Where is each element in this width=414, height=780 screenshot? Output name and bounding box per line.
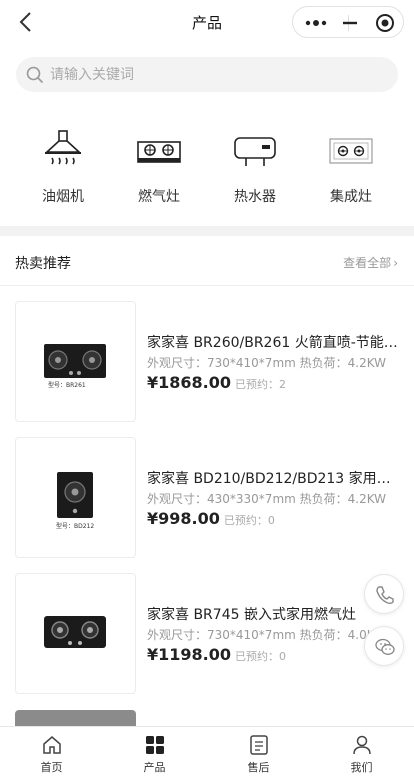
product-title: 家家喜 BR260/BR261 火箭直喷-节能家用燃气灶 [147,335,399,351]
tab-bar: 首页 产品 售后 我们 [0,726,414,780]
category-label: 油烟机 [42,189,84,205]
search-icon [26,66,44,84]
wechat-button[interactable] [364,626,404,666]
stove-photo-icon [44,616,106,648]
product-price-row: ¥1868.00 已预约：2 [147,373,286,392]
product-spec: 外观尺寸：430*330*7mm 热负荷：4.2KW [147,492,387,506]
tab-about[interactable]: 我们 [310,727,413,780]
product-price-row: ¥1198.00 已预约：0 [147,645,286,664]
tab-label: 产品 [143,761,166,774]
view-all-label: 查看全部 [343,256,392,270]
product-image: 型号：BD212 [15,437,136,558]
grid-icon [146,736,164,754]
product-price: ¥1198.00 [147,645,232,664]
stove-photo-icon [57,472,93,518]
home-icon [43,736,61,754]
product-price: ¥998.00 [147,509,220,528]
search-bar[interactable] [16,57,398,92]
mini-program-capsule [292,6,404,38]
section-divider [0,226,414,236]
nav-bar: 产品 [0,0,414,44]
product-price: ¥1868.00 [147,373,232,392]
booked-count: 已预约：0 [235,650,287,663]
category-integrated-stove[interactable]: 集成灶 [306,126,396,210]
product-card[interactable]: 型号：BD212 家家喜 BD210/BD212/BD213 家用单眼燃气灶 外… [0,437,414,559]
category-label: 集成灶 [330,189,372,205]
section-title: 热卖推荐 [15,256,71,272]
tab-label: 首页 [40,761,63,774]
search-input[interactable] [50,57,380,92]
target-close-icon[interactable] [375,13,395,33]
product-card[interactable]: 家家喜 BR745 嵌入式家用燃气灶 外观尺寸：730*410*7mm 热负荷：… [0,573,414,695]
product-title: 家家喜 BD210/BD212/BD213 家用单眼燃气灶 [147,471,399,487]
product-image [15,573,136,694]
tab-products[interactable]: 产品 [103,727,206,780]
document-icon [250,735,268,755]
product-card[interactable]: 型号：BR261 家家喜 BR260/BR261 火箭直喷-节能家用燃气灶 外观… [0,301,414,423]
range-hood-icon [44,130,82,165]
product-spec: 外观尺寸：730*410*7mm 热负荷：4.2KW [147,356,387,370]
product-spec: 外观尺寸：730*410*7mm 热负荷：4.0KW [147,628,387,642]
tab-service[interactable]: 售后 [207,727,310,780]
gas-stove-icon [137,141,181,163]
tab-label: 售后 [247,761,270,774]
stove-photo-icon [44,344,106,378]
category-range-hood[interactable]: 油烟机 [18,126,108,210]
category-label: 燃气灶 [138,189,180,205]
booked-count: 已预约：2 [235,378,287,391]
water-heater-icon [234,137,276,166]
chevron-right-icon: › [393,256,398,270]
booked-count: 已预约：0 [223,514,275,527]
hot-section-header: 热卖推荐 查看全部 › [0,236,414,286]
view-all-link[interactable]: 查看全部 › [341,254,398,271]
category-water-heater[interactable]: 热水器 [210,126,300,210]
phone-button[interactable] [364,574,404,614]
tab-label: 我们 [350,761,373,774]
integrated-stove-icon [329,138,373,164]
wechat-icon [375,638,395,655]
phone-icon [376,586,394,605]
product-title: 家家喜 BR745 嵌入式家用燃气灶 [147,607,356,623]
product-image: 型号：BR261 [15,301,136,422]
minimize-icon[interactable] [341,14,359,32]
user-icon [353,735,371,755]
category-grid: 油烟机 燃气灶 热水器 集成灶 [0,126,414,210]
model-label: 型号：BR261 [48,382,86,389]
product-price-row: ¥998.00 已预约：0 [147,509,275,528]
category-label: 热水器 [234,189,276,205]
tab-home[interactable]: 首页 [0,727,103,780]
more-dots-icon[interactable] [303,14,329,32]
model-label: 型号：BD212 [56,523,95,530]
category-gas-stove[interactable]: 燃气灶 [114,126,204,210]
